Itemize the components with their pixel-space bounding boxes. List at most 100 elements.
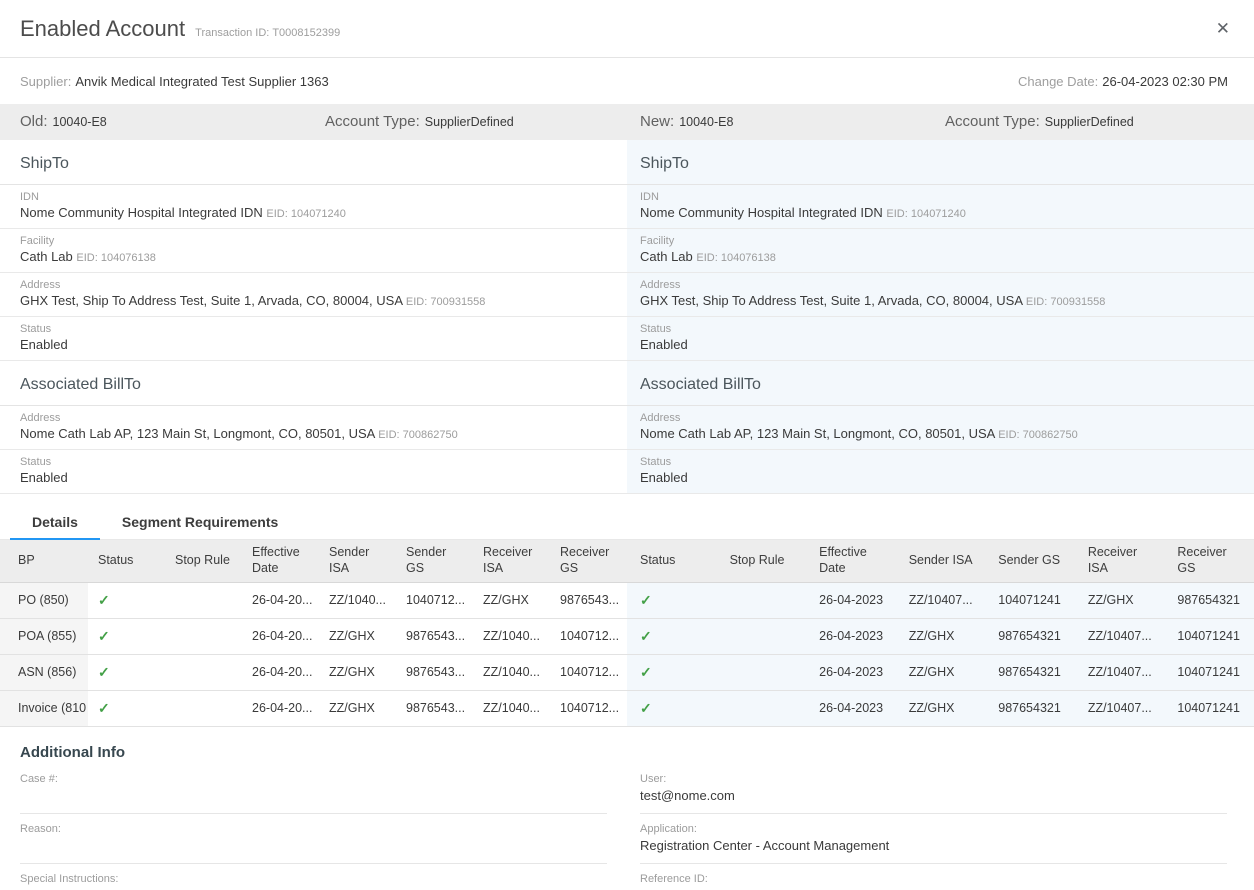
field-value [20,838,607,855]
supplier-label: Supplier: [20,74,71,89]
field-eid: EID: 700931558 [406,296,486,308]
field-eid: EID: 104076138 [696,252,776,264]
comparison-bar: Old:10040-E8 Account Type:SupplierDefine… [0,104,1254,140]
field-value: test@nome.com [640,788,1227,805]
dialog-header: Enabled Account Transaction ID:T00081523… [0,0,1254,58]
field-label: Case #: [20,773,607,785]
table-row: Invoice (810 ✓ 26-04-20... ZZ/GHX 987654… [0,690,627,726]
field-eid: EID: 700931558 [1026,296,1106,308]
status-cell: ✓ [88,582,165,618]
field-label: Address [20,279,607,291]
meta-row: Supplier:Anvik Medical Integrated Test S… [0,58,1254,102]
receiver-gs-cell: 1040712... [550,618,627,654]
field-application: Application: Registration Center - Accou… [640,823,1227,864]
status-cell: ✓ [627,582,717,618]
new-account: New:10040-E8 [640,113,945,131]
status-cell: ✓ [627,618,717,654]
receiver-gs-cell: 104071241 [1164,690,1254,726]
new-shipto-heading: ShipTo [627,140,1254,185]
close-icon[interactable]: ✕ [1212,16,1234,41]
new-value: 10040-E8 [679,115,733,129]
change-date: Change Date: 26-04-2023 02:30 PM [1018,74,1228,89]
field-label: Reference ID: [640,873,1227,885]
change-date-value: 26-04-2023 02:30 PM [1102,74,1228,89]
sender-isa-cell: ZZ/GHX [896,690,986,726]
table-row: ✓ 26-04-2023 ZZ/10407... 104071241 ZZ/GH… [627,582,1254,618]
col-receiver-isa: Receiver ISA [473,540,550,582]
field-label: Reason: [20,823,607,835]
field-value: Registration Center - Account Management [640,838,1227,855]
bp-cell: ASN (856) [0,654,88,690]
check-icon: ✓ [98,664,110,680]
sender-gs-cell: 987654321 [985,690,1075,726]
receiver-gs-cell: 104071241 [1164,618,1254,654]
receiver-gs-cell: 104071241 [1164,654,1254,690]
page-title: Enabled Account [20,16,185,42]
field-eid: EID: 104071240 [266,208,346,220]
stop-rule-cell [165,690,242,726]
col-stop-rule: Stop Rule [165,540,242,582]
table-row: ✓ 26-04-2023 ZZ/GHX 987654321 ZZ/10407..… [627,654,1254,690]
col-sender-isa: Sender ISA [896,540,986,582]
new-account-type-label: Account Type: [945,113,1040,130]
check-icon: ✓ [98,628,110,644]
status-cell: ✓ [88,618,165,654]
new-details-table: Status Stop Rule Effective Date Sender I… [627,540,1254,727]
field-eid: EID: 104076138 [76,252,156,264]
field-value: GHX Test, Ship To Address Test, Suite 1,… [20,293,402,308]
old-value: 10040-E8 [53,115,107,129]
stop-rule-cell [717,618,807,654]
field-value: Cath Lab [20,249,73,264]
col-sender-gs: Sender GS [396,540,473,582]
field-label: Facility [20,235,607,247]
effective-date-cell: 26-04-2023 [806,690,896,726]
receiver-isa-cell: ZZ/1040... [473,618,550,654]
field-value [20,788,607,805]
col-effective-date: Effective Date [806,540,896,582]
sender-gs-cell: 987654321 [985,618,1075,654]
field-label: Facility [640,235,1234,247]
additional-info-left: Case #: Reason: Special Instructions: [0,764,627,890]
receiver-isa-cell: ZZ/10407... [1075,618,1165,654]
status-cell: ✓ [88,654,165,690]
new-field-status: Status Enabled [627,317,1254,361]
sender-gs-cell: 9876543... [396,618,473,654]
sender-gs-cell: 9876543... [396,654,473,690]
field-value: Nome Cath Lab AP, 123 Main St, Longmont,… [20,426,375,441]
check-icon: ✓ [640,664,652,680]
new-panel: ShipTo IDN Nome Community Hospital Integ… [627,140,1254,494]
field-value: Nome Community Hospital Integrated IDN [20,205,263,220]
table-row: PO (850) ✓ 26-04-20... ZZ/1040... 104071… [0,582,627,618]
effective-date-cell: 26-04-20... [242,618,319,654]
table-row: ✓ 26-04-2023 ZZ/GHX 987654321 ZZ/10407..… [627,690,1254,726]
col-stop-rule: Stop Rule [717,540,807,582]
old-field-facility: Facility Cath Lab EID: 104076138 [0,229,627,273]
col-effective-date: Effective Date [242,540,319,582]
receiver-isa-cell: ZZ/1040... [473,690,550,726]
transaction-id: Transaction ID:T0008152399 [195,18,343,39]
field-label: Address [640,412,1234,424]
effective-date-cell: 26-04-2023 [806,582,896,618]
check-icon: ✓ [640,628,652,644]
sender-isa-cell: ZZ/1040... [319,582,396,618]
field-label: User: [640,773,1227,785]
col-receiver-gs: Receiver GS [1164,540,1254,582]
field-label: Status [20,323,607,335]
effective-date-cell: 26-04-2023 [806,618,896,654]
tab-segment-requirements[interactable]: Segment Requirements [100,508,300,540]
field-label: Application: [640,823,1227,835]
receiver-isa-cell: ZZ/GHX [1075,582,1165,618]
change-date-label: Change Date: [1018,74,1098,89]
panels: ShipTo IDN Nome Community Hospital Integ… [0,140,1254,494]
new-field-facility: Facility Cath Lab EID: 104076138 [627,229,1254,273]
tab-details[interactable]: Details [10,508,100,540]
sender-gs-cell: 9876543... [396,690,473,726]
check-icon: ✓ [98,592,110,608]
details-table: BP Status Stop Rule Effective Date Sende… [0,540,1254,727]
col-receiver-gs: Receiver GS [550,540,627,582]
stop-rule-cell [717,690,807,726]
field-label: Address [640,279,1234,291]
old-panel: ShipTo IDN Nome Community Hospital Integ… [0,140,627,494]
col-status: Status [88,540,165,582]
new-field-idn: IDN Nome Community Hospital Integrated I… [627,185,1254,229]
